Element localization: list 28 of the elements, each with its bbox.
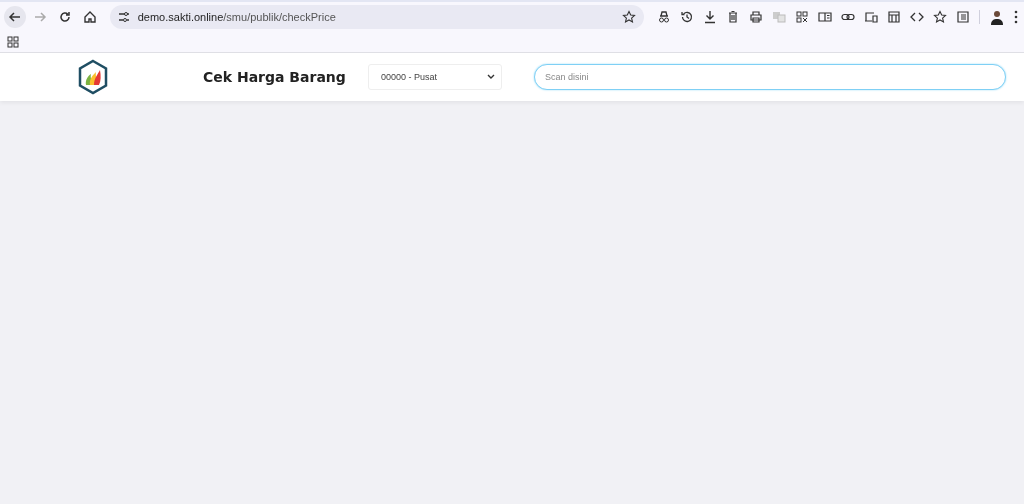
forward-arrow-icon: [32, 10, 47, 24]
devices-icon[interactable]: [863, 10, 878, 24]
incognito-icon[interactable]: [656, 10, 671, 24]
caret-icon: [487, 74, 495, 80]
address-bar[interactable]: demo.sakti.online/smu/publik/checkPrice: [109, 5, 644, 29]
print-icon[interactable]: [748, 10, 763, 24]
side-panel-icon[interactable]: [955, 10, 970, 24]
bookmark-star-icon[interactable]: [621, 10, 636, 24]
menu-icon[interactable]: [1013, 10, 1018, 24]
back-button[interactable]: [4, 6, 26, 28]
profile-avatar[interactable]: [988, 9, 1005, 25]
history-icon[interactable]: [679, 10, 694, 24]
download-icon[interactable]: [702, 10, 717, 24]
back-arrow-icon: [7, 10, 22, 24]
reload-icon: [57, 10, 72, 24]
qr-code-icon[interactable]: [794, 10, 809, 24]
scan-field[interactable]: Scan disini: [534, 64, 1006, 90]
url-text: demo.sakti.online/smu/publik/checkPrice: [137, 11, 337, 23]
home-icon: [82, 10, 97, 24]
reader-icon[interactable]: [817, 10, 832, 24]
branch-dropdown[interactable]: 00000 - Pusat: [368, 64, 502, 90]
logo-icon: [77, 59, 109, 95]
apps-icon[interactable]: [7, 36, 19, 48]
star-list-icon[interactable]: [932, 10, 947, 24]
page-title: Cek Harga Barang: [203, 69, 343, 85]
site-settings-icon[interactable]: [117, 11, 130, 23]
code-icon[interactable]: [909, 10, 924, 24]
layout-icon[interactable]: [886, 10, 901, 24]
